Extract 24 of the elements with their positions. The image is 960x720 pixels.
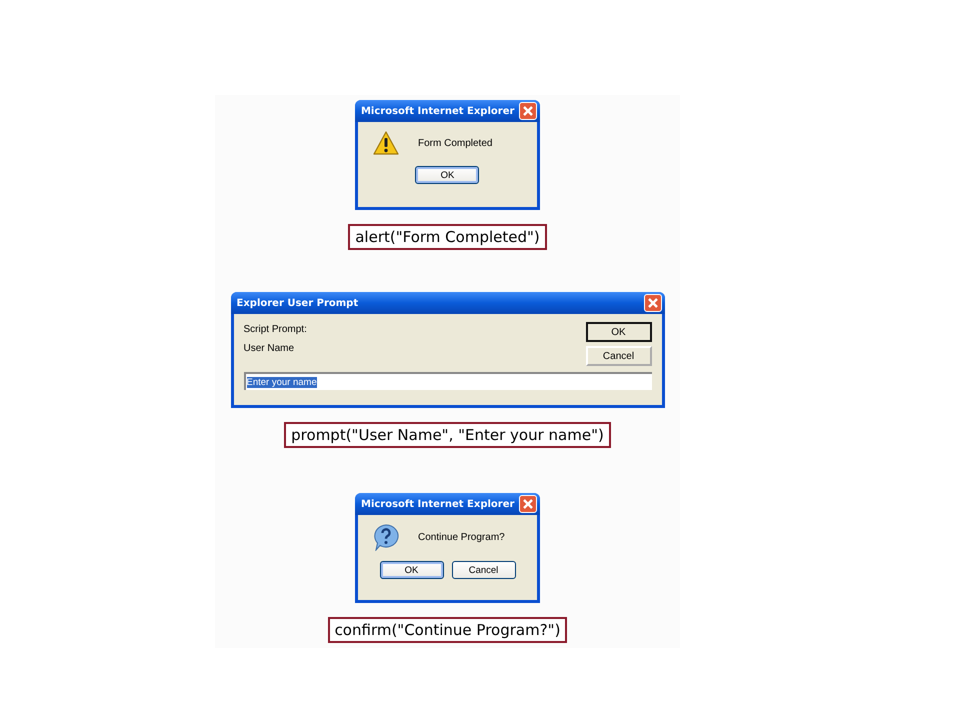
- close-icon: [522, 498, 534, 510]
- prompt-label: Script Prompt:: [244, 324, 307, 335]
- close-button[interactable]: [519, 495, 537, 513]
- window-title: Explorer User Prompt: [236, 298, 358, 308]
- prompt-label: User Name: [244, 343, 296, 354]
- code-caption: alert("Form Completed"): [348, 224, 547, 250]
- code-caption: confirm("Continue Program?"): [328, 617, 568, 643]
- dialog-button[interactable]: OK: [380, 561, 444, 579]
- message-text: Form Completed: [418, 138, 492, 148]
- window-title: Microsoft Internet Explorer: [361, 498, 514, 510]
- close-button[interactable]: [518, 102, 537, 120]
- code-caption: prompt("User Name", "Enter your name"): [284, 422, 611, 448]
- close-icon: [646, 297, 658, 309]
- window-title: Microsoft Internet Explorer: [360, 106, 514, 116]
- warning-icon: [372, 130, 400, 156]
- dialog-button[interactable]: Cancel: [452, 561, 516, 579]
- close-icon: [522, 105, 534, 117]
- dialog-button[interactable]: Cancel: [586, 346, 652, 366]
- close-button[interactable]: [644, 294, 662, 312]
- dialog-button[interactable]: OK: [415, 166, 480, 184]
- dialog-button[interactable]: OK: [586, 322, 652, 342]
- question-icon: [372, 523, 400, 551]
- input-field[interactable]: Enter your name: [244, 372, 652, 390]
- message-text: Continue Program?: [418, 532, 505, 542]
